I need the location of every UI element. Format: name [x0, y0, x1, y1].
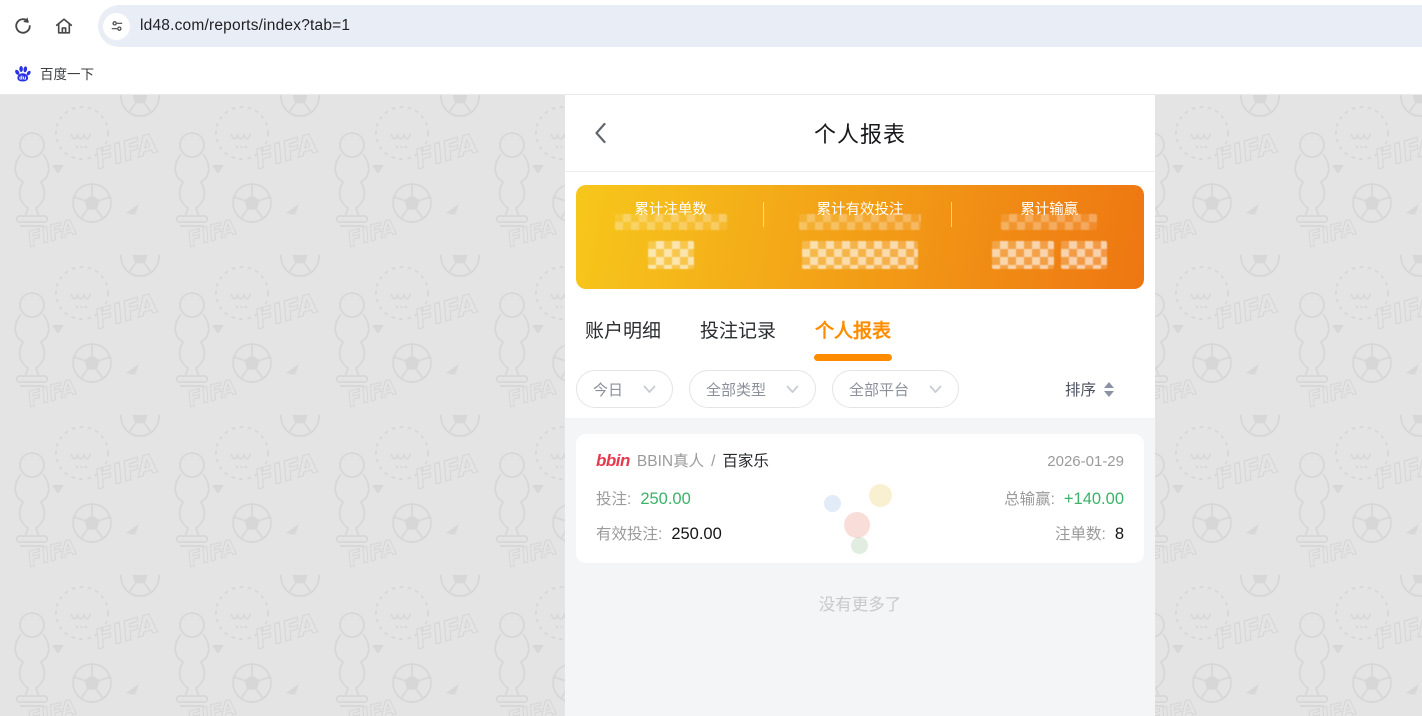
- dropdown-value: 全部平台: [849, 379, 909, 400]
- baidu-paw-icon: du: [14, 65, 31, 82]
- redacted-blur: [1001, 214, 1097, 230]
- report-list: bbin BBIN真人 / 百家乐 2026-01-29 投注: 250.00 …: [565, 418, 1155, 716]
- bookmarks-bar: du 百度一下: [0, 52, 1422, 95]
- site-settings-button[interactable]: [103, 13, 130, 40]
- stat-total-valid-bet: 累计有效投注: [765, 185, 954, 289]
- sort-arrows-icon: [1104, 382, 1114, 397]
- report-record-card[interactable]: bbin BBIN真人 / 百家乐 2026-01-29 投注: 250.00 …: [576, 434, 1144, 563]
- tab-bar: 账户明细 投注记录 个人报表: [565, 316, 1155, 361]
- tab-underline-active: [814, 354, 892, 361]
- bet-count-value: 8: [1115, 525, 1124, 544]
- record-header-row: bbin BBIN真人 / 百家乐 2026-01-29: [596, 449, 1124, 471]
- chevron-left-icon: [590, 120, 612, 146]
- dropdown-value: 今日: [593, 379, 623, 400]
- filter-type-dropdown[interactable]: 全部类型: [689, 370, 816, 408]
- record-bet-row: 投注: 250.00 总输赢: +140.00: [596, 487, 1124, 509]
- stat-total-bets: 累计注单数: [576, 185, 765, 289]
- redacted-value: [1061, 241, 1107, 269]
- tab-bet-records[interactable]: 投注记录: [699, 316, 777, 361]
- svg-text:du: du: [19, 75, 27, 81]
- stat-divider: [763, 202, 764, 227]
- valid-bet-value: 250.00: [671, 525, 721, 544]
- reload-icon: [12, 15, 34, 37]
- home-button[interactable]: [46, 8, 82, 44]
- tab-personal-report[interactable]: 个人报表: [814, 316, 892, 361]
- tab-underline: [584, 354, 662, 361]
- game-name: 百家乐: [722, 449, 769, 471]
- redacted-blur: [799, 214, 921, 230]
- chevron-down-icon: [643, 385, 656, 394]
- tab-label: 账户明细: [585, 316, 661, 343]
- browser-toolbar: ld48.com/reports/index?tab=1: [0, 0, 1422, 52]
- tab-account-details[interactable]: 账户明细: [584, 316, 662, 361]
- redacted-value: [992, 241, 1054, 269]
- back-button[interactable]: [587, 119, 615, 147]
- filter-bar: 今日 全部类型 全部平台 排序: [565, 370, 1155, 408]
- tab-label: 投注记录: [700, 316, 776, 343]
- tab-underline: [699, 354, 777, 361]
- bbin-logo: bbin: [596, 451, 630, 471]
- record-validbet-row: 有效投注: 250.00 注单数: 8: [596, 522, 1124, 544]
- filter-platform-dropdown[interactable]: 全部平台: [832, 370, 959, 408]
- valid-bet-label: 有效投注:: [596, 522, 662, 544]
- bookmark-label: 百度一下: [40, 63, 94, 83]
- no-more-text: 没有更多了: [576, 591, 1144, 615]
- bookmark-baidu[interactable]: du 百度一下: [8, 59, 100, 87]
- filter-date-dropdown[interactable]: 今日: [576, 370, 673, 408]
- sort-label: 排序: [1065, 378, 1096, 400]
- page-title: 个人报表: [814, 117, 906, 149]
- reload-button[interactable]: [5, 8, 41, 44]
- redacted-value: [802, 241, 918, 269]
- sort-button[interactable]: 排序: [1065, 378, 1114, 400]
- home-icon: [53, 15, 75, 37]
- winloss-value: +140.00: [1064, 490, 1124, 509]
- chevron-down-icon: [786, 385, 799, 394]
- record-date: 2026-01-29: [1047, 453, 1124, 470]
- dropdown-value: 全部类型: [706, 379, 766, 400]
- stat-total-winloss: 累计输赢: [955, 185, 1144, 289]
- redacted-value: [648, 241, 694, 269]
- redacted-blur: [615, 214, 727, 230]
- stats-summary-card: 累计注单数 累计有效投注 累计输赢: [576, 185, 1144, 289]
- bet-count-label: 注单数:: [1055, 522, 1106, 544]
- tab-label: 个人报表: [815, 316, 891, 343]
- report-panel: 个人报表 累计注单数 累计有效投注 累计输赢: [565, 95, 1155, 716]
- page-content: FIFA FIFA 个人报表 累计注单数: [0, 95, 1422, 716]
- separator: /: [711, 453, 715, 471]
- bet-label: 投注:: [596, 487, 631, 509]
- url-text: ld48.com/reports/index?tab=1: [140, 17, 350, 35]
- bet-value: 250.00: [640, 490, 690, 509]
- address-bar[interactable]: ld48.com/reports/index?tab=1: [98, 5, 1422, 47]
- chevron-down-icon: [929, 385, 942, 394]
- winloss-label: 总输赢:: [1004, 487, 1055, 509]
- stat-divider: [951, 202, 952, 227]
- provider-name: BBIN真人: [637, 449, 704, 471]
- panel-header: 个人报表: [565, 95, 1155, 172]
- tune-icon: [109, 18, 125, 34]
